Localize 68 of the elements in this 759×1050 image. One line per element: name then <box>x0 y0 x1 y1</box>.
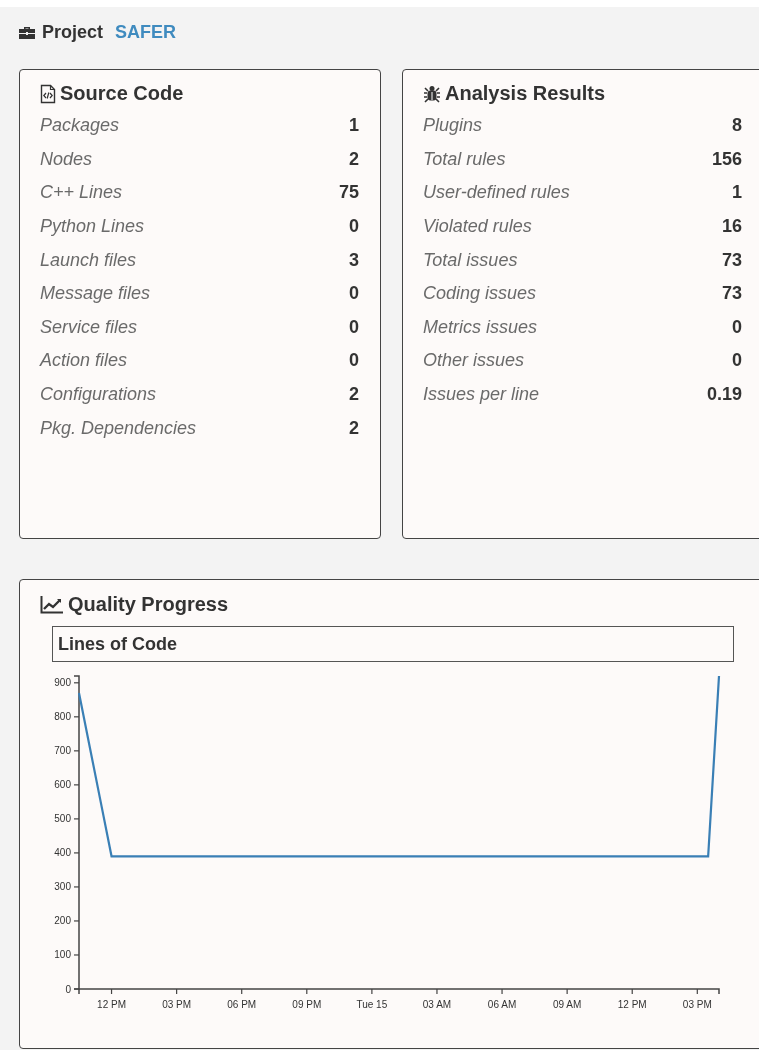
stat-label: Python Lines <box>40 216 145 238</box>
x-tick-label: 09 AM <box>552 999 582 1010</box>
stat-value: 73 <box>721 283 742 305</box>
stat-label: Message files <box>40 283 151 305</box>
stat-value: 2 <box>349 384 359 406</box>
y-tick-label: 400 <box>54 847 71 859</box>
line-chart-icon <box>40 595 64 614</box>
stat-value: 0 <box>349 216 359 238</box>
stat-label: Nodes <box>40 148 93 170</box>
stat-label: Total rules <box>423 148 506 170</box>
y-tick-label: 500 <box>54 813 71 825</box>
x-tick-label: 12 PM <box>617 999 647 1010</box>
stat-value: 16 <box>721 216 742 238</box>
stat-label: Total issues <box>423 249 518 271</box>
stat-value: 2 <box>349 148 359 170</box>
y-tick-label: 800 <box>54 711 71 723</box>
stat-label: Other issues <box>423 350 525 372</box>
project-name[interactable]: SAFER <box>115 21 177 43</box>
card-title: Source Code <box>60 82 184 105</box>
project-label: Project <box>42 21 104 43</box>
briefcase-icon <box>18 24 36 40</box>
stat-value: 75 <box>338 182 359 204</box>
stat-label: Metrics issues <box>423 316 538 338</box>
stat-label: Packages <box>40 115 120 137</box>
stat-label: Issues per line <box>423 384 540 406</box>
stat-value: 0 <box>349 316 359 338</box>
stat-value: 156 <box>711 148 742 170</box>
x-tick-label: 06 PM <box>227 999 257 1010</box>
stat-label: Configurations <box>40 384 157 406</box>
stat-value: 1 <box>732 182 742 204</box>
stat-label: Action files <box>40 350 128 372</box>
stat-value: 73 <box>721 249 742 271</box>
x-tick-label: 03 AM <box>422 999 452 1010</box>
stat-label: Plugins <box>423 115 483 137</box>
stat-value: 0 <box>732 350 742 372</box>
x-tick-label: 09 PM <box>292 999 322 1010</box>
x-tick-label: Tue 15 <box>356 999 388 1010</box>
stat-label: Launch files <box>40 249 137 271</box>
y-tick-label: 100 <box>54 949 71 961</box>
y-tick-label: 900 <box>54 677 71 689</box>
y-tick-label: 300 <box>54 881 71 893</box>
y-tick-label: 200 <box>54 915 71 927</box>
x-tick-label: 03 PM <box>682 999 712 1010</box>
x-tick-label: 03 PM <box>162 999 192 1010</box>
y-tick-label: 600 <box>54 779 71 791</box>
card-title: Analysis Results <box>445 82 606 105</box>
bug-icon <box>423 84 441 103</box>
code-file-icon <box>40 83 56 104</box>
x-tick-label: 12 PM <box>97 999 126 1010</box>
stat-label: Violated rules <box>423 216 532 238</box>
stat-value: 2 <box>349 417 359 439</box>
stat-value: 0 <box>349 350 359 372</box>
stat-label: Coding issues <box>423 283 537 305</box>
x-tick-label: 06 AM <box>487 999 517 1010</box>
card-title: Quality Progress <box>68 593 229 616</box>
stat-label: C++ Lines <box>40 182 123 204</box>
stat-label: Pkg. Dependencies <box>40 417 197 439</box>
y-tick-label: 0 <box>65 983 71 995</box>
y-tick-label: 700 <box>54 745 71 757</box>
stat-value: 1 <box>349 115 359 137</box>
stat-value: 0.19 <box>706 384 742 406</box>
stat-value: 0 <box>349 283 359 305</box>
stat-value: 3 <box>349 249 359 271</box>
stat-value: 8 <box>732 115 742 137</box>
stat-label: Service files <box>40 316 138 338</box>
stat-label: User-defined rules <box>423 182 570 204</box>
stat-value: 0 <box>732 316 742 338</box>
chart-title: Lines of Code <box>52 626 734 662</box>
